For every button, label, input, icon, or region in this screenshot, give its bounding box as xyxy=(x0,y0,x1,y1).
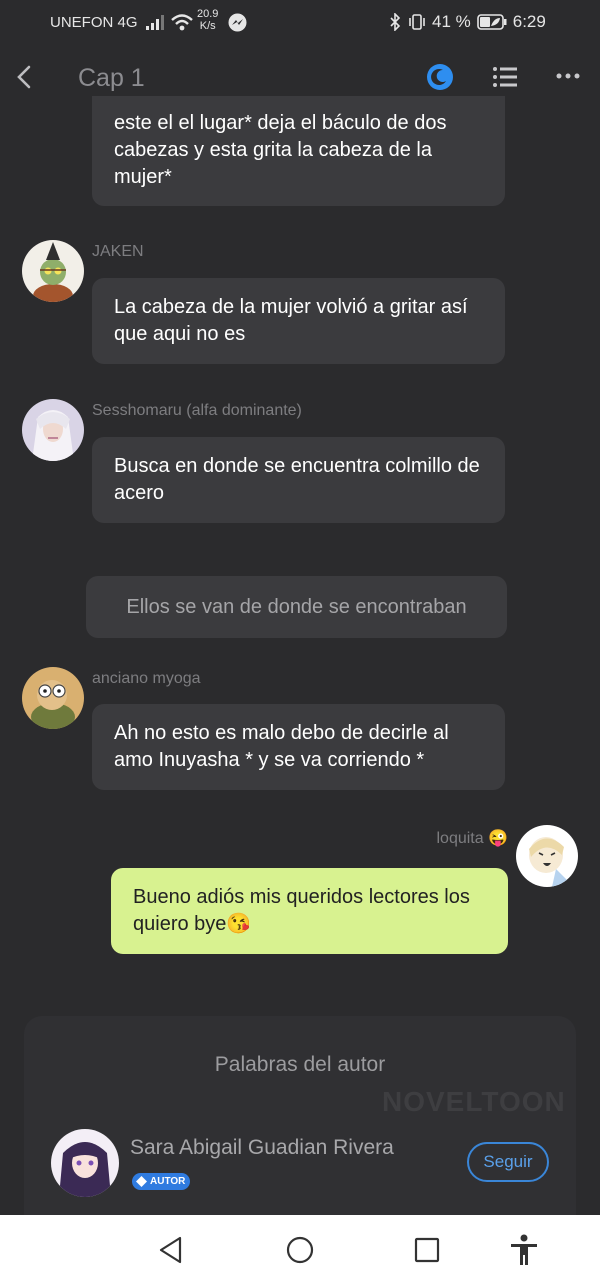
battery-percent: 41 % xyxy=(432,12,471,31)
own-message-bubble: Bueno adiós mis queridos lectores los qu… xyxy=(111,868,508,954)
back-arrow-icon[interactable] xyxy=(14,64,34,90)
more-options-icon[interactable] xyxy=(556,72,580,80)
narration-bubble: Ellos se van de donde se encontraban xyxy=(86,576,507,638)
clock: 6:29 xyxy=(512,12,546,31)
chapter-title: Cap 1 xyxy=(78,64,145,92)
bluetooth-icon xyxy=(390,13,401,31)
diamond-icon xyxy=(136,1176,147,1187)
message-bubble: Ah no esto es malo debo de decirle al am… xyxy=(92,704,505,790)
author-badge: AUTOR xyxy=(132,1173,190,1190)
nav-recents-icon[interactable] xyxy=(414,1237,440,1263)
message-bubble: Busca en donde se encuentra colmillo de … xyxy=(92,437,505,523)
nav-home-icon[interactable] xyxy=(286,1236,314,1264)
nav-back-icon[interactable] xyxy=(158,1236,184,1264)
avatar-myoga[interactable] xyxy=(22,667,84,729)
wifi-icon xyxy=(171,14,193,31)
sender-name: JAKEN xyxy=(92,243,144,260)
night-mode-icon[interactable] xyxy=(426,63,454,91)
sender-name: anciano myoga xyxy=(92,670,201,687)
chapter-list-icon[interactable] xyxy=(492,66,518,88)
sender-name: Sesshomaru (alfa dominante) xyxy=(92,402,302,419)
message-bubble: este el el lugar* deja el báculo de dos … xyxy=(92,96,505,206)
network-speed: 20.9 K/s xyxy=(197,8,219,32)
follow-button[interactable]: Seguir xyxy=(467,1142,549,1182)
messenger-icon xyxy=(228,13,247,32)
avatar-jaken[interactable] xyxy=(22,240,84,302)
accessibility-icon[interactable] xyxy=(509,1234,539,1266)
sender-name: loquita 😜 xyxy=(436,830,508,847)
author-name[interactable]: Sara Abigail Guadian Rivera xyxy=(130,1136,394,1160)
carrier-label: UNEFON 4G xyxy=(50,14,138,31)
author-notes-heading: Palabras del autor xyxy=(214,1053,386,1076)
signal-icon xyxy=(146,15,164,30)
battery-icon xyxy=(476,14,507,30)
author-avatar[interactable] xyxy=(51,1129,119,1197)
avatar-sesshomaru[interactable] xyxy=(22,399,84,461)
vibrate-icon xyxy=(409,14,425,30)
message-bubble: La cabeza de la mujer volvió a gritar as… xyxy=(92,278,505,364)
author-notes-card xyxy=(24,1016,576,1246)
status-right: 41 % 6:29 xyxy=(388,12,546,32)
avatar-loquita[interactable] xyxy=(516,825,578,887)
watermark-logo: NOVELTOON xyxy=(382,1086,566,1117)
status-bar: UNEFON 4G 20.9 K/s 41 % 6:29 xyxy=(0,0,600,46)
